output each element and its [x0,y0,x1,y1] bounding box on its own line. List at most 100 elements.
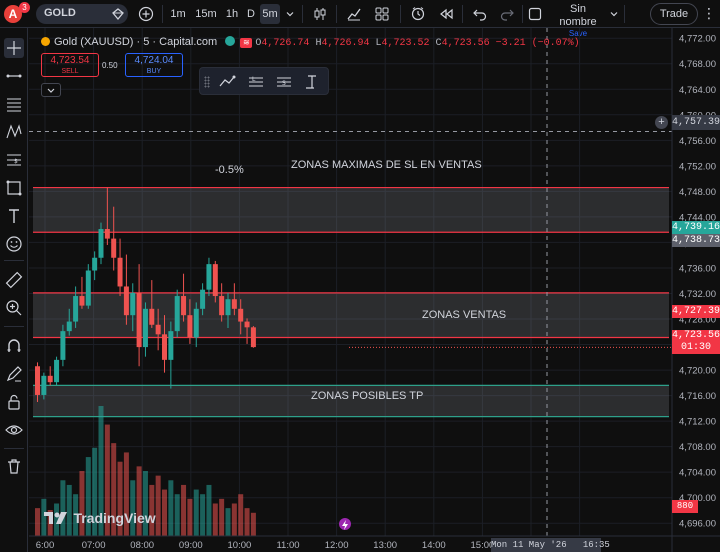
pattern-tool-icon[interactable] [4,122,24,142]
time-tick-label: 07:00 [82,540,106,551]
candle-body [181,296,187,316]
crosshair-add-icon[interactable]: + [655,116,668,129]
gray-price-label: 4,738.73 [672,234,720,247]
floating-drawing-toolbar: L S [199,67,329,95]
candle-body [73,296,79,322]
time-tick-label: 12:00 [325,540,349,551]
volume-bar [238,494,244,536]
candle-body [47,375,53,383]
data-source-icon[interactable]: ≋ [240,38,253,48]
emoji-tool-icon[interactable] [4,234,24,254]
price-tick-label: 4,772.00 [679,34,716,45]
time-axis: 6:00 07:00 08:00 09:00 10:00 11:00 12:00 13:00 1… [29,535,720,551]
more-icon[interactable]: ⋮ [702,4,716,24]
alert-icon[interactable] [408,4,428,24]
hide-drawings-icon[interactable] [4,420,24,440]
collapse-legend-button[interactable] [41,83,61,97]
time-tick-label: 13:00 [373,540,397,551]
price-tick-label: 4,736.00 [679,263,716,274]
time-tick-label: 09:00 [179,540,203,551]
layouts-grid-icon[interactable] [372,4,392,24]
spread-value: 0.50 [102,61,118,70]
lock-icon[interactable] [4,392,24,412]
layout-name-button[interactable]: Sin nombre Save [550,3,606,38]
zone-sl-label[interactable]: ZONAS MAXIMAS DE SL EN VENTAS [291,159,482,171]
candle-body [98,229,104,258]
price-axis: 4,772.004,768.004,764.004,760.004,756.00… [671,28,716,552]
trash-icon[interactable] [4,456,24,476]
zoom-in-icon[interactable] [4,298,24,318]
replay-icon[interactable] [436,4,456,24]
volume-bar [231,503,237,536]
horizontal-lines-icon[interactable] [4,94,24,114]
green-price-label: 4,739.16 [672,221,720,234]
candle-body [155,324,161,335]
shapes-tool-icon[interactable] [4,178,24,198]
time-tick-label: 14:00 [422,540,446,551]
short-position-icon[interactable]: S [274,72,294,92]
candle-body [212,264,218,297]
interval-1m[interactable]: 1m [168,4,188,24]
interval-5m-active[interactable]: 5m [260,4,280,24]
price-tick-label: 4,748.00 [679,187,716,198]
price-tick-label: 4,732.00 [679,289,716,300]
chevron-down-icon[interactable] [284,4,296,24]
candle-body [130,292,136,316]
chart-canvas[interactable]: 4,772.004,768.004,764.004,760.004,756.00… [29,28,720,552]
crosshair-tool-icon[interactable] [4,38,24,58]
forecast-tool-icon[interactable]: $ [4,150,24,170]
add-compare-icon[interactable] [136,4,156,24]
candle-body [225,299,231,316]
legend-header: Gold (XAUUSD) · 5 · Capital.com ≋ O4,726… [41,34,580,50]
candle-body [104,229,110,239]
price-tick-label: 4,708.00 [679,442,716,453]
price-tick-label: 4,752.00 [679,161,716,172]
trend-tool-icon[interactable] [218,72,238,92]
magnet-icon[interactable] [4,336,24,356]
redo-icon[interactable] [497,4,517,24]
candlestick-type-icon[interactable] [310,4,330,24]
text-tool-icon[interactable] [4,206,24,226]
pct-annotation[interactable]: -0.5% [215,164,244,176]
interval-D[interactable]: D [244,4,258,24]
keep-drawing-icon[interactable] [4,364,24,384]
price-tick-label: 4,696.00 [679,519,716,530]
buy-button[interactable]: 4,724.04 BUY [125,53,183,77]
price-tick-label: 4,716.00 [679,391,716,402]
trade-button[interactable]: Trade [650,3,698,25]
lightning-icon[interactable] [339,518,351,530]
chevron-down-icon[interactable] [608,4,620,24]
price-tick-label: 4,712.00 [679,417,716,428]
interval-15m[interactable]: 15m [193,4,219,24]
anchored-vwap-icon[interactable] [302,72,322,92]
notification-badge: 3 [19,2,30,13]
candle-body [200,289,206,309]
zone-tp-label[interactable]: ZONAS POSIBLES TP [311,390,423,402]
sell-button[interactable]: 4,723.54 SELL [41,53,99,77]
interval-1h[interactable]: 1h [222,4,242,24]
drag-handle-icon[interactable] [204,76,210,88]
volume-bar [200,494,206,536]
long-position-icon[interactable]: L [246,72,266,92]
trend-line-icon[interactable] [4,66,24,86]
candle-body [174,296,180,332]
chart-area[interactable]: 4,772.004,768.004,764.004,760.004,756.00… [29,28,720,552]
time-tick-label: 10:00 [228,540,252,551]
layout-checkbox-icon[interactable] [526,4,544,24]
zone-sell-label[interactable]: ZONAS VENTAS [422,309,506,321]
red-price-label: 4,727.39 [672,305,720,318]
tradingview-watermark[interactable]: TradingView [43,510,156,530]
diamond-icon[interactable] [111,7,125,21]
indicators-icon[interactable] [344,4,364,24]
legend-symbol[interactable]: Gold (XAUUSD) · 5 · Capital.com [54,36,217,48]
candle-body [238,308,244,322]
undo-icon[interactable] [470,4,490,24]
crosshair-time-label: Mon 11 May '26 16:35 [491,538,610,552]
volume-bar [193,489,199,536]
ruler-icon[interactable] [4,270,24,290]
candle-body [231,299,237,309]
change-value: −3.21 (−0.07%) [495,38,580,49]
market-status-icon[interactable] [225,36,236,46]
symbol-search[interactable]: GOLD [36,4,128,24]
candle-body [123,286,129,316]
